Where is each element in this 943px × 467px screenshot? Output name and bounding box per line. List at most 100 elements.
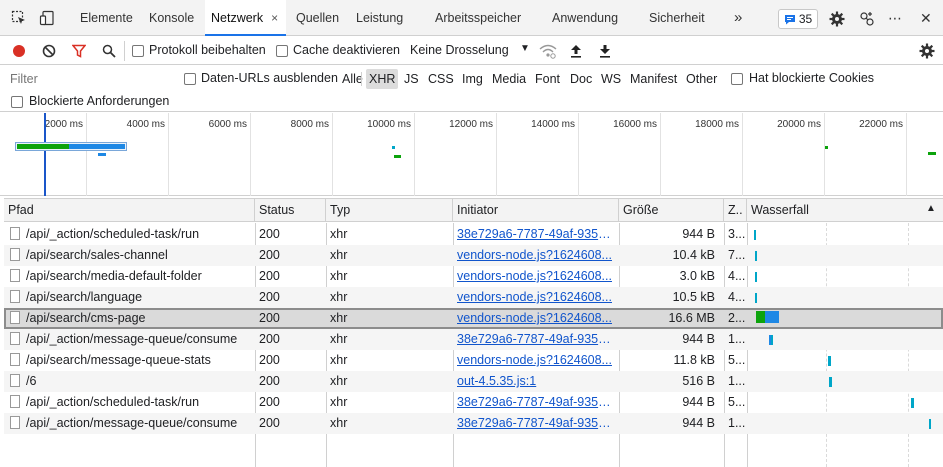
- message-count-badge[interactable]: 35: [778, 9, 818, 29]
- size-cell: 944 B: [682, 416, 715, 430]
- waterfall-bar: [755, 251, 757, 261]
- initiator-link[interactable]: vendors-node.js?1624608...: [453, 287, 615, 308]
- type-filter-xhr[interactable]: XHR: [366, 69, 399, 89]
- timeline-tick-label: 6000 ms: [208, 119, 247, 130]
- type-filter-js[interactable]: JS: [401, 69, 422, 89]
- type-filter-doc[interactable]: Doc: [567, 69, 595, 89]
- initiator-link[interactable]: 38e729a6-7787-49af-9357...: [453, 329, 615, 350]
- blocked-requests-checkbox[interactable]: [11, 96, 23, 108]
- throttling-select[interactable]: Keine Drosselung ▼: [404, 40, 532, 62]
- document-icon: [10, 311, 20, 325]
- path-cell[interactable]: /api/_action/message-queue/consume: [4, 413, 255, 434]
- settings-gear-icon[interactable]: [828, 10, 846, 28]
- tab-anwendung[interactable]: Anwendung: [552, 0, 618, 36]
- initiator-link[interactable]: vendors-node.js?1624608...: [453, 350, 615, 371]
- table-row[interactable]: /api/search/media-default-folder 200 xhr ve…: [4, 266, 943, 287]
- tab-arbeitsspeicher[interactable]: Arbeitsspeicher: [435, 0, 521, 36]
- path-cell[interactable]: /api/_action/scheduled-task/run: [4, 392, 255, 413]
- tab-leistung[interactable]: Leistung: [356, 0, 403, 36]
- time-cell: 1...: [728, 374, 746, 388]
- close-devtools-button[interactable]: ✕: [920, 0, 932, 36]
- type-filter-media[interactable]: Media: [489, 69, 529, 89]
- path-cell[interactable]: /api/_action/message-queue/consume: [4, 329, 255, 350]
- initiator-link[interactable]: 38e729a6-7787-49af-9357...: [453, 224, 615, 245]
- table-row[interactable]: /6 200 xhr out-4.5.35.js:1 516 B 1...: [4, 371, 943, 392]
- size-cell: 944 B: [682, 227, 715, 241]
- filter-input[interactable]: [4, 69, 170, 89]
- record-icon[interactable]: [11, 43, 27, 59]
- type-filter-css[interactable]: CSS: [425, 69, 457, 89]
- path-cell[interactable]: /api/search/message-queue-stats: [4, 350, 255, 371]
- column-header-waterfall[interactable]: Wasserfall: [747, 199, 943, 221]
- path-cell[interactable]: /api/_action/scheduled-task/run: [4, 224, 255, 245]
- type-filter-manifest[interactable]: Manifest: [627, 69, 680, 89]
- path-cell[interactable]: /api/search/cms-page: [4, 308, 255, 329]
- table-row[interactable]: /api/_action/scheduled-task/run 200 xhr 38e…: [4, 392, 943, 413]
- tab-konsole[interactable]: Konsole: [149, 0, 194, 36]
- upload-icon[interactable]: [568, 42, 584, 60]
- type-filter-font[interactable]: Font: [532, 69, 563, 89]
- type-filter-img[interactable]: Img: [459, 69, 486, 89]
- type-filter-ws[interactable]: WS: [598, 69, 624, 89]
- timeline-tick-label: 2000 ms: [44, 119, 83, 130]
- initiator-link[interactable]: vendors-node.js?1624608...: [453, 308, 615, 329]
- status-cell: 200: [259, 269, 280, 283]
- preserve-log-checkbox[interactable]: [132, 45, 144, 57]
- search-icon[interactable]: [101, 43, 117, 59]
- blocked-cookies-checkbox[interactable]: [731, 73, 743, 85]
- network-conditions-icon[interactable]: [538, 42, 558, 60]
- disable-cache-checkbox[interactable]: [276, 45, 288, 57]
- overview-waiting-bar: [17, 144, 69, 149]
- request-path: /api/search/message-queue-stats: [26, 353, 211, 367]
- device-emulation-icon[interactable]: [38, 9, 56, 27]
- column-header-status[interactable]: Status: [255, 199, 326, 221]
- tab-sicherheit[interactable]: Sicherheit: [649, 0, 705, 36]
- more-options-button[interactable]: ⋯: [888, 0, 902, 36]
- clear-icon[interactable]: [41, 43, 57, 59]
- timeline-tick-label: 12000 ms: [449, 119, 493, 130]
- path-cell[interactable]: /6: [4, 371, 255, 392]
- timeline-gridline: [250, 113, 251, 196]
- initiator-link[interactable]: 38e729a6-7787-49af-9357...: [453, 413, 615, 434]
- column-header-type[interactable]: Typ: [326, 199, 453, 221]
- path-cell[interactable]: /api/search/sales-channel: [4, 245, 255, 266]
- table-row[interactable]: /api/_action/scheduled-task/run 200 xhr 38e…: [4, 224, 943, 245]
- download-icon[interactable]: [597, 42, 613, 60]
- initiator-link[interactable]: vendors-node.js?1624608...: [453, 266, 615, 287]
- filter-icon[interactable]: [71, 43, 87, 59]
- sort-ascending-icon[interactable]: ▲: [926, 203, 936, 214]
- initiator-link[interactable]: vendors-node.js?1624608...: [453, 245, 615, 266]
- more-tabs-button[interactable]: »: [734, 0, 742, 36]
- overview-request-mark: [928, 152, 936, 155]
- time-cell: 7...: [728, 248, 746, 262]
- status-cell: 200: [259, 374, 280, 388]
- tab-quellen[interactable]: Quellen: [296, 0, 339, 36]
- tab-netzwerk[interactable]: Netzwerk ×: [205, 0, 287, 36]
- path-cell[interactable]: /api/search/language: [4, 287, 255, 308]
- table-row[interactable]: /api/search/language 200 xhr vendors-node.j…: [4, 287, 943, 308]
- timeline-overview[interactable]: 2000 ms 4000 ms 6000 ms 8000 ms 10000 ms 1200…: [0, 113, 943, 196]
- column-header-path[interactable]: Pfad: [4, 199, 255, 221]
- table-row[interactable]: /api/_action/message-queue/consume 200 xhr…: [4, 413, 943, 434]
- column-header-size[interactable]: Größe: [619, 199, 724, 221]
- column-header-initiator[interactable]: Initiator: [453, 199, 619, 221]
- table-row[interactable]: /api/search/message-queue-stats 200 xhr ven…: [4, 350, 943, 371]
- tab-elemente[interactable]: Elemente: [80, 0, 133, 36]
- table-row[interactable]: /api/search/cms-page 200 xhr vendors-node.j…: [4, 308, 943, 329]
- table-row[interactable]: /api/search/sales-channel 200 xhr vendors-n…: [4, 245, 943, 266]
- path-cell[interactable]: /api/search/media-default-folder: [4, 266, 255, 287]
- network-settings-gear-icon[interactable]: [918, 42, 936, 60]
- divider: [124, 41, 125, 61]
- document-icon: [10, 227, 20, 241]
- status-cell: 200: [259, 416, 280, 430]
- table-row[interactable]: /api/_action/message-queue/consume 200 xhr…: [4, 329, 943, 350]
- time-cell: 1...: [728, 416, 746, 430]
- column-header-time[interactable]: Z..: [724, 199, 747, 221]
- initiator-link[interactable]: out-4.5.35.js:1: [453, 371, 615, 392]
- close-tab-icon[interactable]: ×: [271, 11, 278, 25]
- inspect-element-icon[interactable]: [10, 9, 28, 27]
- hide-data-urls-checkbox[interactable]: [184, 73, 196, 85]
- connected-devices-icon[interactable]: [858, 10, 876, 28]
- initiator-link[interactable]: 38e729a6-7787-49af-9357...: [453, 392, 615, 413]
- type-filter-other[interactable]: Other: [683, 69, 720, 89]
